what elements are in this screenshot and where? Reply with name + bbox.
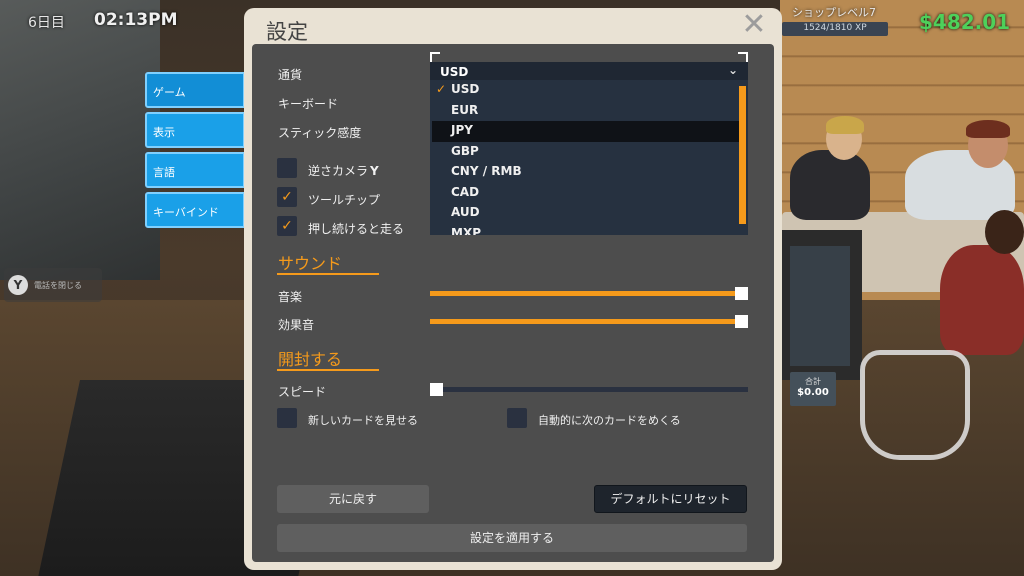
currency-option-7[interactable]: MXP (430, 224, 748, 236)
sound-section-rule (277, 273, 379, 275)
music-label: 音楽 (278, 290, 303, 304)
currency-option-label: AUD (451, 205, 480, 219)
settings-category-tabs: ゲーム 表示 言語 キーバインド (145, 72, 245, 232)
money-display: $482.01 (919, 10, 1011, 34)
register-total: 合計 $0.00 (790, 372, 836, 406)
close-icon[interactable]: ✕ (740, 10, 768, 40)
shop-level: ショップレベル7 (792, 6, 876, 19)
customer-3-body (940, 245, 1024, 355)
music-slider-knob[interactable] (735, 287, 748, 300)
xp-bar: 1524/1810 XP (782, 22, 888, 36)
customer-1-hair (826, 116, 864, 134)
currency-option-label: JPY (451, 123, 473, 137)
focus-corner-tl (430, 52, 440, 62)
apply-settings-button[interactable]: 設定を適用する (277, 524, 747, 552)
speed-label: スピード (278, 385, 327, 399)
currency-dropdown[interactable]: USD ⌄ (430, 62, 748, 82)
focus-corner-tr (738, 52, 748, 62)
tab-game[interactable]: ゲーム (145, 72, 245, 108)
settings-title: 設定 (266, 20, 308, 44)
invert-camera-text: 逆さカメラ (308, 164, 369, 178)
currency-option-5[interactable]: CAD (430, 183, 748, 204)
music-slider-fill (430, 291, 748, 296)
speed-slider[interactable] (430, 383, 748, 396)
sfx-slider[interactable] (430, 315, 748, 328)
register-screen (790, 246, 850, 366)
currency-option-label: EUR (451, 102, 479, 117)
reset-default-button[interactable]: デフォルトにリセット (594, 485, 747, 513)
invert-camera-checkbox[interactable] (277, 158, 297, 178)
currency-option-1[interactable]: EUR (430, 101, 748, 122)
clock: 02:13PM (94, 10, 178, 30)
sfx-slider-fill (430, 319, 748, 324)
tooltip-label: ツールチップ (308, 193, 381, 207)
customer-3-head (985, 210, 1024, 254)
currency-option-label: GBP (451, 143, 479, 158)
invert-camera-key: Y (370, 164, 379, 178)
invert-camera-label: 逆さカメラ Y (308, 162, 379, 179)
keyboard-label: キーボード (278, 97, 339, 111)
currency-option-0[interactable]: ✓ USD (430, 80, 748, 101)
register-total-value: $0.00 (797, 387, 829, 398)
currency-options-list[interactable]: ✓ USD EUR JPY GBP CNY / RMB CAD AUD MXP (430, 80, 748, 235)
speed-slider-knob[interactable] (430, 383, 443, 396)
show-new-cards-label: 新しいカードを見せる (308, 414, 418, 427)
auto-next-card-checkbox[interactable] (507, 408, 527, 428)
y-button-icon: Y (8, 275, 28, 295)
customer-1-body (790, 150, 870, 220)
checkmark-icon: ✓ (436, 82, 447, 96)
currency-label: 通貨 (278, 68, 303, 82)
open-section-title: 開封する (278, 350, 343, 369)
tooltip-checkbox[interactable]: ✓ (277, 187, 297, 207)
stick-sensitivity-label: スティック感度 (278, 126, 362, 140)
hold-to-run-checkbox[interactable]: ✓ (277, 216, 297, 236)
currency-option-label: CNY / RMB (451, 164, 522, 178)
currency-option-label: CAD (451, 184, 480, 199)
currency-option-label: MXP (451, 225, 481, 236)
customer-2-hair (966, 120, 1010, 138)
xp-text: 1524/1810 XP (803, 23, 867, 33)
show-new-cards-checkbox[interactable] (277, 408, 297, 428)
chair (860, 350, 970, 460)
day-counter: 6日目 (28, 15, 65, 31)
tab-display[interactable]: 表示 (145, 112, 245, 148)
hold-to-run-label: 押し続けると走る (308, 222, 405, 236)
tab-language[interactable]: 言語 (145, 152, 245, 188)
window (0, 0, 160, 280)
sound-section-title: サウンド (278, 254, 343, 273)
open-section-rule (277, 369, 379, 371)
close-phone-text: 電話を閉じる (34, 280, 82, 290)
currency-list-scrollbar[interactable] (739, 86, 746, 224)
music-slider[interactable] (430, 287, 748, 300)
register-total-label: 合計 (805, 377, 821, 386)
currency-option-label: USD (451, 82, 480, 96)
chevron-down-icon: ⌄ (727, 63, 738, 77)
close-phone-hint[interactable]: Y 電話を閉じる (4, 268, 102, 302)
currency-selected-value: USD (440, 65, 469, 79)
currency-option-2[interactable]: JPY (432, 121, 739, 142)
currency-option-4[interactable]: CNY / RMB (430, 162, 748, 183)
sfx-label: 効果音 (278, 318, 315, 332)
revert-button[interactable]: 元に戻す (277, 485, 429, 513)
currency-option-3[interactable]: GBP (430, 142, 748, 163)
sfx-slider-knob[interactable] (735, 315, 748, 328)
auto-next-card-label: 自動的に次のカードをめくる (538, 414, 681, 427)
currency-option-6[interactable]: AUD (430, 203, 748, 224)
tab-keybind[interactable]: キーバインド (145, 192, 245, 228)
